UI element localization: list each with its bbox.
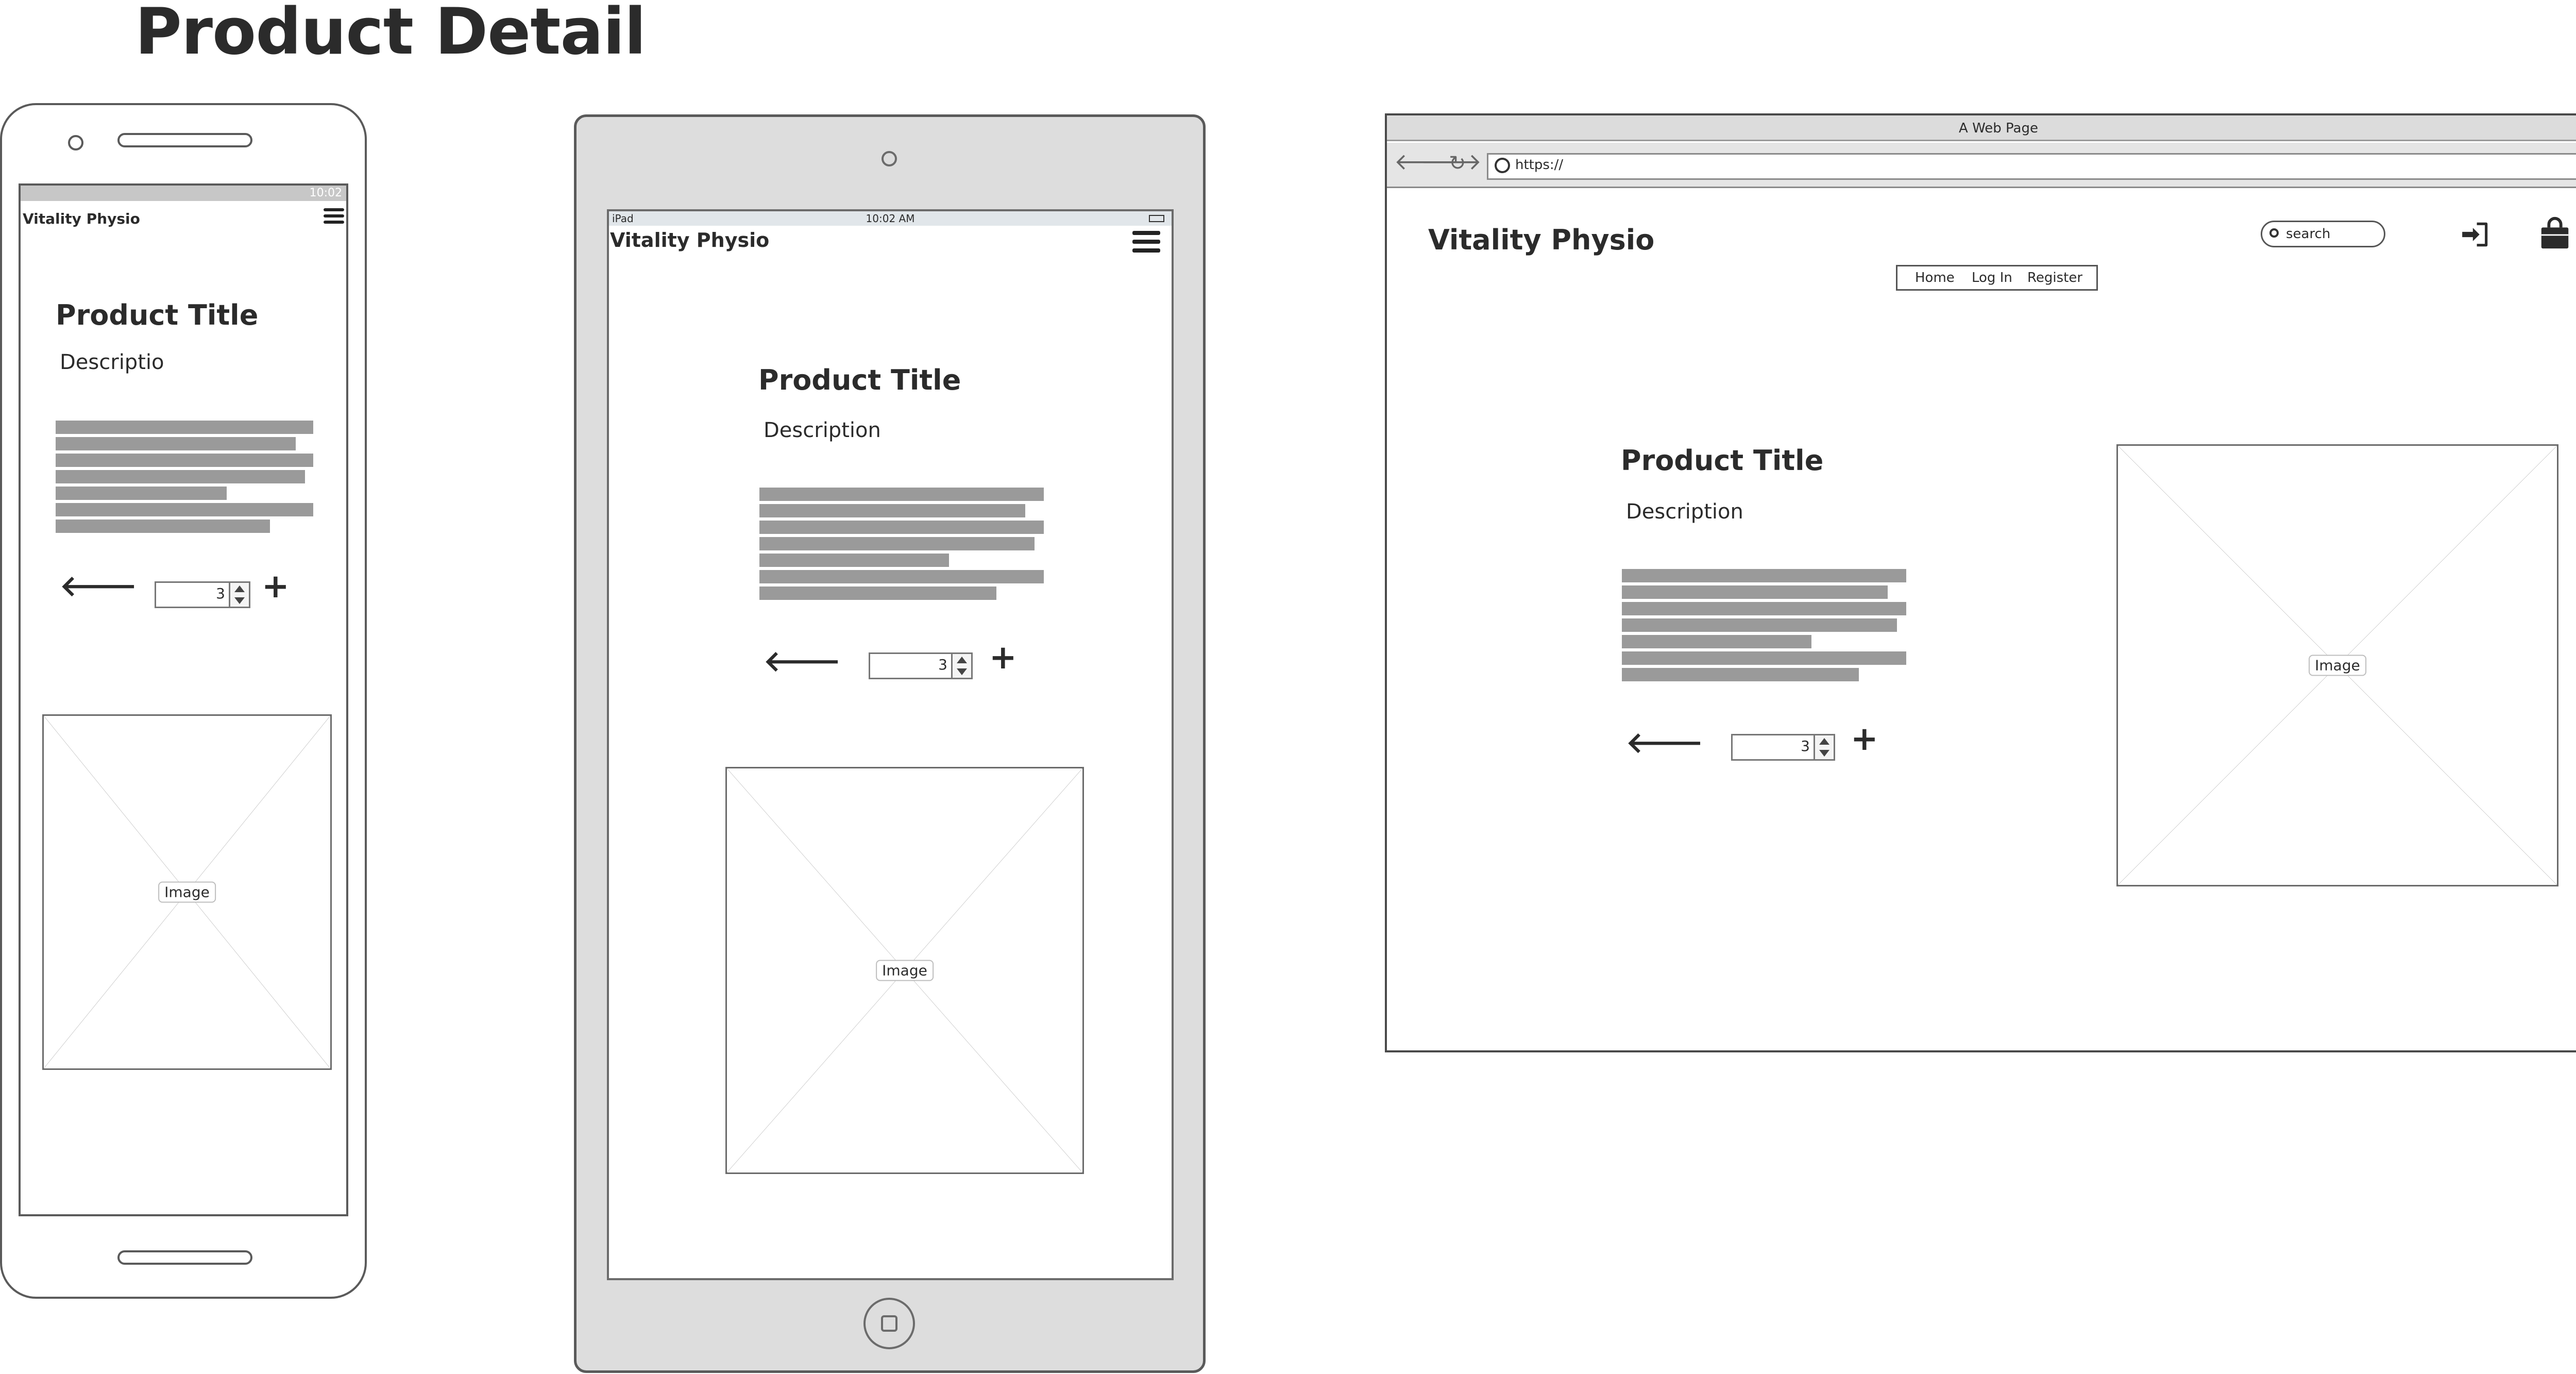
phone-speaker [117, 133, 252, 147]
nav-home[interactable]: Home [1915, 266, 1955, 289]
tablet-camera [882, 151, 897, 166]
phone-status-bar: 10:02 [21, 186, 346, 201]
nav-log-in[interactable]: Log In [1972, 266, 2012, 289]
quantity-value: 3 [938, 656, 947, 673]
arrow-left-icon[interactable]: 🡐 [60, 572, 137, 601]
plus-icon[interactable]: + [262, 570, 290, 603]
product-title: Product Title [56, 299, 259, 331]
quantity-stepper[interactable]: 3 [1731, 734, 1835, 761]
brand-logo[interactable]: Vitality Physio [610, 229, 769, 252]
product-description-heading: Description [764, 418, 881, 442]
arrow-left-icon[interactable]: 🡐 [1626, 729, 1703, 758]
product-description-heading: Descriptio [60, 350, 164, 374]
phone-camera [68, 135, 83, 150]
browser-title-bar: A Web Page [1387, 115, 2576, 141]
search-icon [2269, 228, 2279, 238]
search-icon [1495, 158, 1510, 173]
browser-toolbar: 🡐 🡒 ↻ https:// [1387, 143, 2576, 188]
image-label: Image [158, 881, 216, 903]
product-title: Product Title [1621, 444, 1824, 477]
browser-window: Vitality Physio Product Title Descriptio… [1385, 113, 2576, 1052]
home-square-icon [881, 1315, 897, 1332]
main-nav: Home Log In Register [1896, 265, 2098, 291]
reload-icon[interactable]: ↻ [1449, 153, 1466, 174]
product-title: Product Title [758, 364, 961, 396]
phone-screen: Vitality Physio Product Title Descriptio… [19, 183, 348, 1216]
tablet-screen: Vitality Physio Product Title Descriptio… [607, 209, 1174, 1280]
quantity-value: 3 [1801, 738, 1810, 755]
plus-icon[interactable]: + [989, 641, 1017, 674]
quantity-stepper[interactable]: 3 [869, 652, 973, 679]
page-title: Product Detail [135, 0, 646, 69]
arrow-left-icon[interactable]: 🡐 [764, 647, 841, 676]
product-image: Image [2116, 444, 2558, 886]
image-label: Image [876, 960, 934, 981]
search-input[interactable]: search [2261, 221, 2385, 247]
product-image: Image [725, 767, 1084, 1174]
hamburger-menu-icon[interactable] [324, 208, 344, 224]
quantity-stepper[interactable]: 3 [155, 581, 250, 608]
nav-register[interactable]: Register [2027, 266, 2082, 289]
status-device-label: iPad [612, 212, 634, 225]
hamburger-menu-icon[interactable] [1132, 231, 1160, 253]
product-image: Image [42, 714, 332, 1070]
address-url: https:// [1515, 157, 1564, 173]
status-time: 10:02 [309, 187, 342, 199]
brand-logo[interactable]: Vitality Physio [1428, 224, 1654, 256]
battery-icon [1149, 215, 1164, 222]
address-bar[interactable]: https:// [1487, 153, 2576, 180]
brand-logo[interactable]: Vitality Physio [23, 210, 140, 227]
image-label: Image [2309, 655, 2366, 676]
phone-home-indicator [117, 1250, 252, 1265]
plus-icon[interactable]: + [1851, 723, 1878, 756]
tablet-status-bar: iPad 10:02 AM [609, 211, 1172, 226]
product-description-heading: Description [1626, 500, 1743, 524]
quantity-value: 3 [216, 585, 225, 602]
shopping-bag-icon[interactable] [2537, 215, 2573, 252]
status-time: 10:02 AM [866, 212, 915, 225]
search-placeholder: search [2286, 226, 2331, 242]
sign-in-icon[interactable] [2460, 219, 2492, 250]
